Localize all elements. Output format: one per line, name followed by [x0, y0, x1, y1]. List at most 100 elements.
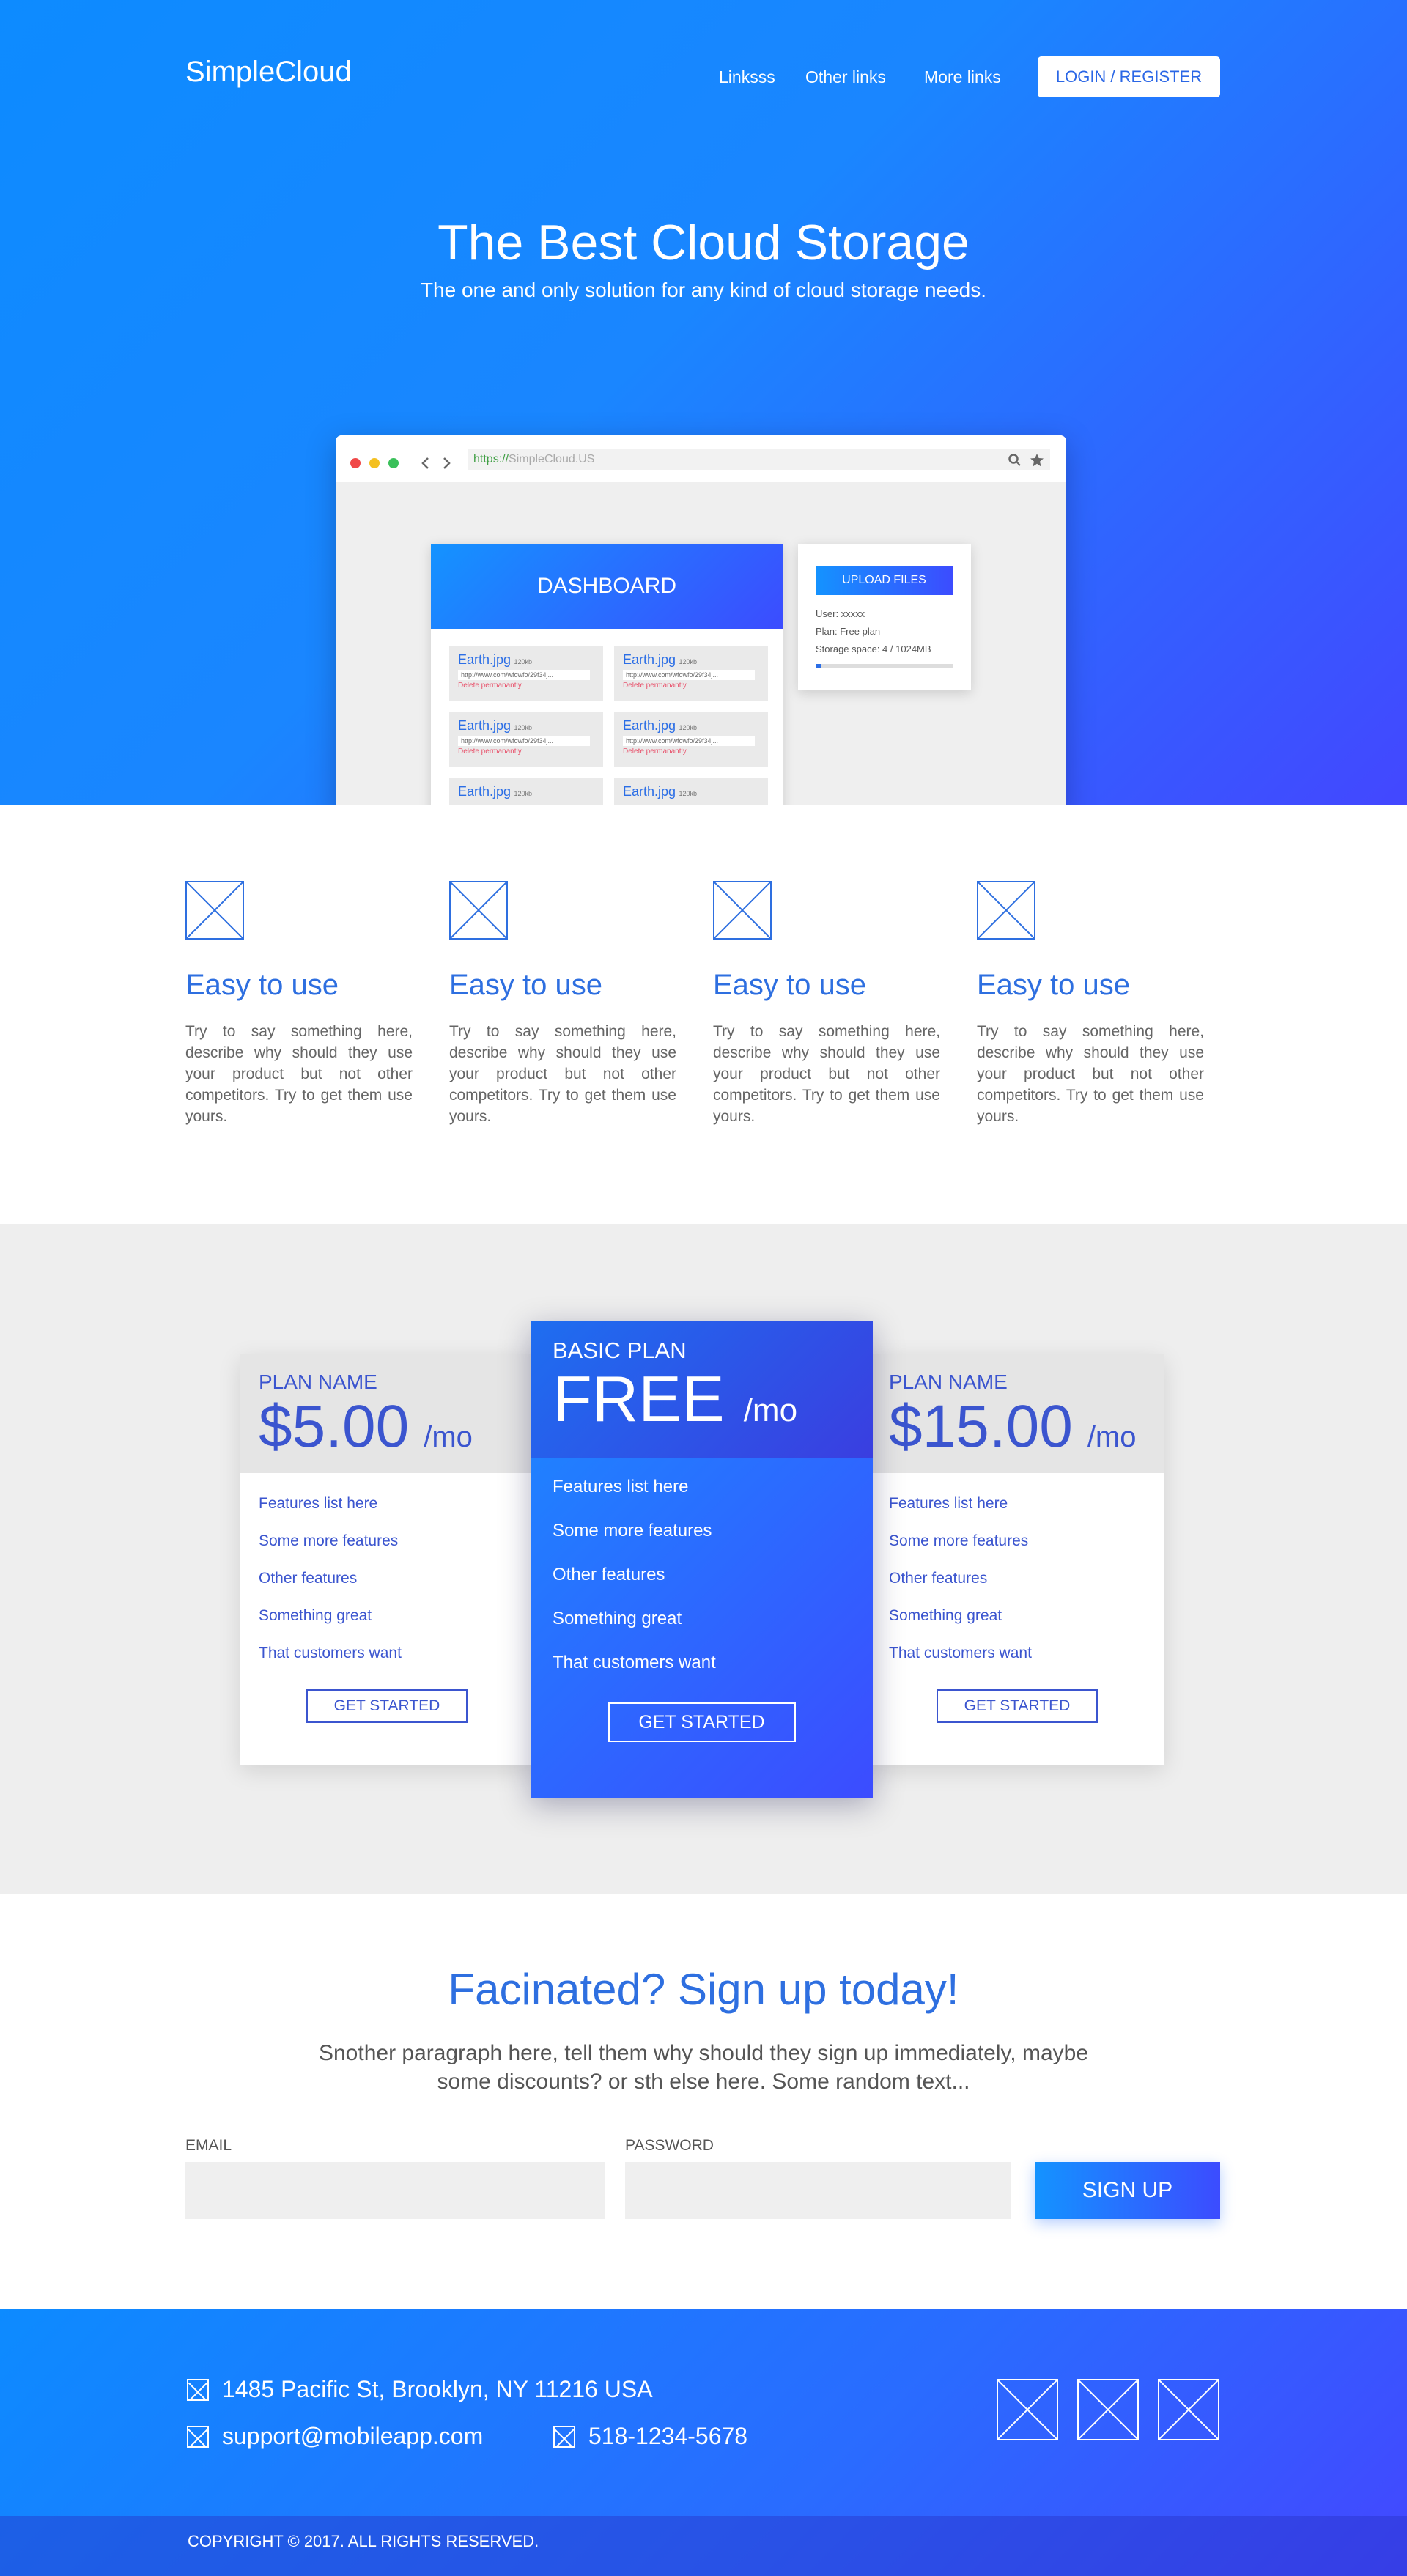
- cta-title: Facinated? Sign up today!: [448, 1965, 959, 2014]
- feature-card: Easy to use Try to say something here, d…: [713, 881, 940, 1127]
- plan-feature: Some more features: [259, 1532, 399, 1549]
- plan-price: $15.00/mo: [889, 1394, 1145, 1470]
- cta-paragraph-line-1: Snother paragraph here, tell them why sh…: [318, 2041, 1088, 2065]
- file-name[interactable]: Earth.jpg: [623, 652, 676, 667]
- file-size: 120kb: [679, 658, 698, 665]
- email-label: EMAIL: [185, 2137, 232, 2154]
- delete-link[interactable]: Delete permanantly: [458, 748, 594, 756]
- phone-line[interactable]: 518-1234-5678: [553, 2423, 747, 2450]
- url-scheme: https://: [473, 453, 509, 465]
- file-link[interactable]: http://www.com/wfowfo/29f34j...: [623, 670, 755, 680]
- pricing-card-right: PLAN NAME $15.00/mo Features list here S…: [871, 1354, 1164, 1765]
- file-link[interactable]: http://www.com/wfowfo/29f34j...: [623, 736, 755, 746]
- plan-price: FREE/mo: [553, 1364, 851, 1446]
- placeholder-image-icon: [185, 881, 244, 940]
- plan-feature: Other features: [259, 1570, 358, 1587]
- file-card[interactable]: Earth.jpg 120kb http://www.com/wfowfo/29…: [614, 712, 768, 767]
- file-link[interactable]: http://www.com/wfowfo/29f34j...: [458, 736, 590, 746]
- file-size: 120kb: [514, 724, 533, 731]
- plan-feature: Something great: [553, 1609, 682, 1628]
- plan-feature: Something great: [259, 1607, 372, 1624]
- plan-feature: Some more features: [889, 1532, 1029, 1549]
- phone-icon: [553, 2425, 575, 2448]
- storage-progress-fill: [816, 664, 821, 668]
- file-card[interactable]: Earth.jpg 120kb: [449, 778, 603, 805]
- minimize-dot-icon: [369, 458, 380, 468]
- hero-section: SimpleCloud Linksss Other links More lin…: [0, 0, 1407, 805]
- placeholder-image-icon: [977, 881, 1035, 940]
- plan-name: PLAN NAME: [889, 1370, 1008, 1393]
- plan-info: Plan: Free plan: [816, 626, 881, 637]
- account-panel: UPLOAD FILES User: xxxxx Plan: Free plan…: [798, 544, 971, 690]
- plan-price: $5.00/mo: [259, 1394, 515, 1470]
- get-started-button[interactable]: GET STARTED: [608, 1702, 796, 1742]
- nav-link-other-links[interactable]: Other links: [805, 67, 886, 87]
- plan-name: PLAN NAME: [259, 1370, 377, 1393]
- password-field[interactable]: [625, 2162, 1011, 2219]
- address-bar: https://SimpleCloud.US: [468, 449, 1050, 470]
- browser-toolbar: https://SimpleCloud.US: [336, 435, 1066, 482]
- copyright-text: COPYRIGHT © 2017. ALL RIGHTS RESERVED.: [188, 2532, 539, 2550]
- social-icon[interactable]: [997, 2379, 1058, 2440]
- delete-link[interactable]: Delete permanantly: [458, 682, 594, 690]
- delete-link[interactable]: Delete permanantly: [623, 682, 759, 690]
- feature-title: Easy to use: [977, 969, 1131, 1001]
- dashboard-panel: DASHBOARD Earth.jpg 120kb http://www.com…: [431, 544, 783, 805]
- file-card[interactable]: Earth.jpg 120kb http://www.com/wfowfo/29…: [449, 646, 603, 701]
- forward-arrow-icon: [443, 457, 451, 469]
- footer: 1485 Pacific St, Brooklyn, NY 11216 USA …: [0, 2309, 1407, 2576]
- file-size: 120kb: [514, 658, 533, 665]
- upload-files-button[interactable]: UPLOAD FILES: [816, 566, 953, 595]
- feature-list: Features list here Some more features Ot…: [871, 1473, 1164, 1672]
- social-icon[interactable]: [1077, 2379, 1139, 2440]
- plan-feature: Some more features: [553, 1521, 712, 1540]
- login-register-button[interactable]: LOGIN / REGISTER: [1038, 56, 1220, 97]
- feature-card: Easy to use Try to say something here, d…: [977, 881, 1204, 1127]
- plan-header: BASIC PLAN FREE/mo: [531, 1321, 873, 1458]
- feature-card: Easy to use Try to say something here, d…: [185, 881, 413, 1127]
- file-card[interactable]: Earth.jpg 120kb http://www.com/wfowfo/29…: [614, 646, 768, 701]
- plan-header: PLAN NAME $15.00/mo: [871, 1354, 1164, 1473]
- nav-link-linksss[interactable]: Linksss: [719, 67, 775, 87]
- file-link[interactable]: http://www.com/wfowfo/29f34j...: [458, 670, 590, 680]
- get-started-button[interactable]: GET STARTED: [306, 1689, 468, 1723]
- pricing-card-featured: BASIC PLAN FREE/mo Features list here So…: [531, 1321, 873, 1798]
- file-name[interactable]: Earth.jpg: [458, 718, 511, 733]
- file-size: 120kb: [679, 724, 698, 731]
- cta-paragraph-line-2: some discounts? or sth else here. Some r…: [437, 2070, 970, 2094]
- hero-subtitle: The one and only solution for any kind o…: [420, 278, 987, 301]
- plan-feature: That customers want: [259, 1645, 402, 1661]
- plan-feature: That customers want: [553, 1653, 716, 1672]
- placeholder-image-icon: [713, 881, 772, 940]
- plan-feature: Features list here: [553, 1477, 689, 1496]
- maximize-dot-icon: [388, 458, 399, 468]
- file-name[interactable]: Earth.jpg: [458, 784, 511, 799]
- plan-name: BASIC PLAN: [553, 1337, 687, 1363]
- storage-info: Storage space: 4 / 1024MB: [816, 643, 931, 654]
- address-text: 1485 Pacific St, Brooklyn, NY 11216 USA: [222, 2376, 653, 2402]
- file-card[interactable]: Earth.jpg 120kb: [614, 778, 768, 805]
- delete-link[interactable]: Delete permanantly: [623, 748, 759, 756]
- email-text[interactable]: support@mobileapp.com: [222, 2423, 483, 2450]
- plan-feature: That customers want: [889, 1645, 1032, 1661]
- social-icon[interactable]: [1158, 2379, 1219, 2440]
- file-size: 120kb: [679, 790, 698, 797]
- file-name[interactable]: Earth.jpg: [458, 652, 511, 667]
- email-field[interactable]: [185, 2162, 605, 2219]
- logo[interactable]: SimpleCloud: [185, 56, 352, 89]
- sign-up-button[interactable]: SIGN UP: [1035, 2162, 1220, 2219]
- file-name[interactable]: Earth.jpg: [623, 718, 676, 733]
- price-amount: FREE: [553, 1362, 725, 1435]
- file-card[interactable]: Earth.jpg 120kb http://www.com/wfowfo/29…: [449, 712, 603, 767]
- price-amount: $15.00: [889, 1393, 1073, 1460]
- address-line: 1485 Pacific St, Brooklyn, NY 11216 USA: [187, 2376, 653, 2403]
- feature-text: Try to say something here, describe why …: [185, 1023, 413, 1125]
- back-arrow-icon: [421, 457, 429, 469]
- file-name[interactable]: Earth.jpg: [623, 784, 676, 799]
- nav-link-more-links[interactable]: More links: [924, 67, 1001, 87]
- location-icon: [187, 2378, 209, 2401]
- price-period: /mo: [1087, 1421, 1137, 1453]
- phone-text[interactable]: 518-1234-5678: [588, 2423, 747, 2450]
- email-line[interactable]: support@mobileapp.com: [187, 2423, 483, 2450]
- get-started-button[interactable]: GET STARTED: [937, 1689, 1098, 1723]
